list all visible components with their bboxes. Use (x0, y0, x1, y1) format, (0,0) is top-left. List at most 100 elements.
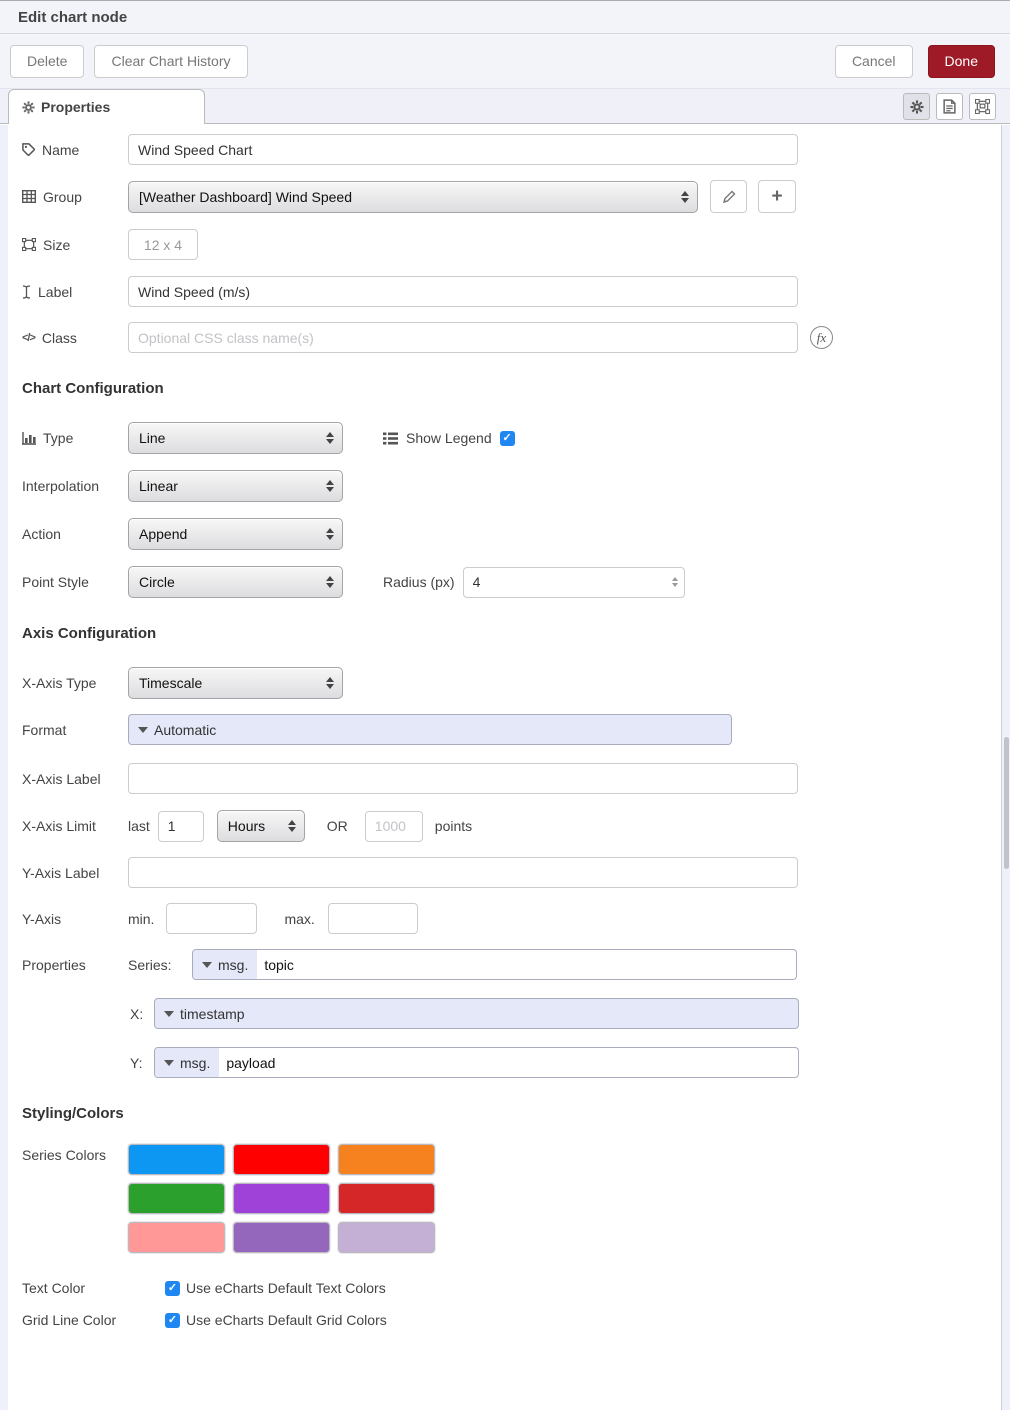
series-typed-input[interactable]: msg. topic (192, 949, 797, 980)
type-label-group: Type (22, 429, 128, 447)
tab-bar: Properties (0, 89, 1010, 124)
description-view-button[interactable] (936, 93, 963, 120)
radius-label: Radius (px) (383, 574, 455, 590)
scrollbar-thumb[interactable] (1004, 737, 1009, 869)
limit-value-input[interactable] (158, 811, 204, 842)
scrollbar-track[interactable] (1001, 125, 1010, 1410)
document-icon (943, 99, 956, 114)
series-color-swatch[interactable] (338, 1144, 435, 1175)
name-input[interactable] (128, 134, 798, 165)
series-color-swatch[interactable] (233, 1183, 330, 1214)
i-cursor-icon (22, 285, 31, 299)
add-group-button[interactable]: + (758, 180, 796, 213)
point-style-select[interactable]: Circle (128, 566, 343, 598)
label-label: Label (38, 283, 72, 301)
edit-group-button[interactable] (710, 180, 747, 213)
number-spinner-icon[interactable] (672, 577, 678, 587)
series-color-swatch[interactable] (338, 1222, 435, 1253)
cancel-button[interactable]: Cancel (835, 45, 913, 78)
interpolation-label: Interpolation (22, 477, 128, 495)
limit-or-label: OR (327, 818, 348, 834)
properties-view-button[interactable] (903, 93, 930, 120)
y-max-label: max. (284, 911, 314, 927)
selection-box-icon (975, 99, 990, 114)
y-axis-label-input[interactable] (128, 857, 798, 888)
class-input[interactable] (128, 322, 798, 353)
series-color-swatch[interactable] (233, 1222, 330, 1253)
x-axis-label-label: X-Axis Label (22, 770, 128, 788)
appearance-view-button[interactable] (969, 93, 996, 120)
series-color-swatch[interactable] (128, 1222, 225, 1253)
caret-down-icon (202, 962, 212, 968)
series-colors-label: Series Colors (22, 1144, 128, 1164)
size-button[interactable]: 12 x 4 (128, 229, 198, 260)
default-text-colors-label: Use eCharts Default Text Colors (186, 1280, 386, 1296)
format-typed-input[interactable]: Automatic (128, 714, 732, 745)
x-property-typed-input[interactable]: timestamp (154, 998, 799, 1029)
clear-chart-history-button[interactable]: Clear Chart History (94, 45, 247, 78)
y-max-input[interactable] (328, 903, 418, 934)
done-button[interactable]: Done (928, 45, 995, 78)
dialog-titlebar: Edit chart node (0, 1, 1010, 34)
series-color-swatch[interactable] (128, 1144, 225, 1175)
dialog-toolbar: Delete Clear Chart History Cancel Done (0, 34, 1010, 89)
axis-configuration-heading: Axis Configuration (22, 625, 1010, 642)
name-label-group: Name (22, 141, 128, 159)
styling-colors-heading: Styling/Colors (22, 1105, 1010, 1122)
group-label: Group (43, 188, 82, 206)
group-select-value: [Weather Dashboard] Wind Speed (139, 189, 352, 205)
limit-points-label: points (435, 818, 472, 834)
plus-icon: + (771, 186, 782, 208)
size-label: Size (43, 236, 70, 254)
limit-points-input[interactable] (365, 811, 423, 842)
tab-properties[interactable]: Properties (8, 89, 205, 124)
text-color-label: Text Color (22, 1279, 128, 1297)
edit-chart-node-dialog: Edit chart node Delete Clear Chart Histo… (0, 0, 1010, 1410)
series-label: Series: (128, 957, 192, 973)
caret-down-icon (138, 727, 148, 733)
name-label: Name (42, 141, 79, 159)
x-axis-label-input[interactable] (128, 763, 798, 794)
caret-down-icon (164, 1060, 174, 1066)
select-arrows-icon (681, 191, 689, 203)
code-icon: </> (22, 329, 35, 347)
radius-input[interactable] (463, 567, 685, 598)
gear-icon (22, 101, 35, 114)
type-select[interactable]: Line (128, 422, 343, 454)
gear-icon (910, 100, 924, 114)
x-axis-limit-label: X-Axis Limit (22, 817, 128, 835)
x-property-label: X: (130, 1006, 154, 1022)
series-color-swatch[interactable] (128, 1183, 225, 1214)
series-color-grid (128, 1144, 435, 1253)
series-color-swatch[interactable] (233, 1144, 330, 1175)
y-axis-range-label: Y-Axis (22, 910, 128, 928)
y-min-input[interactable] (166, 903, 257, 934)
y-property-typed-input[interactable]: msg. payload (154, 1047, 799, 1078)
size-label-group: Size (22, 236, 128, 254)
x-axis-type-select[interactable]: Timescale (128, 667, 343, 699)
select-arrows-icon (326, 576, 334, 588)
properties-panel: Name Group [Weather Dashboar (0, 124, 1010, 1329)
interpolation-select[interactable]: Linear (128, 470, 343, 502)
action-select[interactable]: Append (128, 518, 343, 550)
delete-button[interactable]: Delete (10, 45, 84, 78)
pencil-icon (722, 190, 736, 204)
default-grid-colors-label: Use eCharts Default Grid Colors (186, 1312, 387, 1328)
class-label-group: </> Class (22, 329, 128, 347)
default-text-colors-checkbox[interactable]: ✓ (165, 1281, 180, 1296)
label-input[interactable] (128, 276, 798, 307)
select-arrows-icon (326, 528, 334, 540)
left-gutter (0, 125, 8, 1410)
group-select[interactable]: [Weather Dashboard] Wind Speed (128, 181, 698, 213)
bar-chart-icon (22, 432, 36, 445)
caret-down-icon (164, 1011, 174, 1017)
x-axis-type-label: X-Axis Type (22, 674, 128, 692)
default-grid-colors-checkbox[interactable]: ✓ (165, 1313, 180, 1328)
series-color-swatch[interactable] (338, 1183, 435, 1214)
show-legend-checkbox[interactable]: ✓ (500, 431, 515, 446)
properties-label: Properties (22, 956, 128, 974)
point-style-label: Point Style (22, 573, 128, 591)
chart-configuration-heading: Chart Configuration (22, 380, 1010, 397)
legend-list-icon (383, 432, 398, 445)
limit-unit-select[interactable]: Hours (217, 810, 305, 842)
